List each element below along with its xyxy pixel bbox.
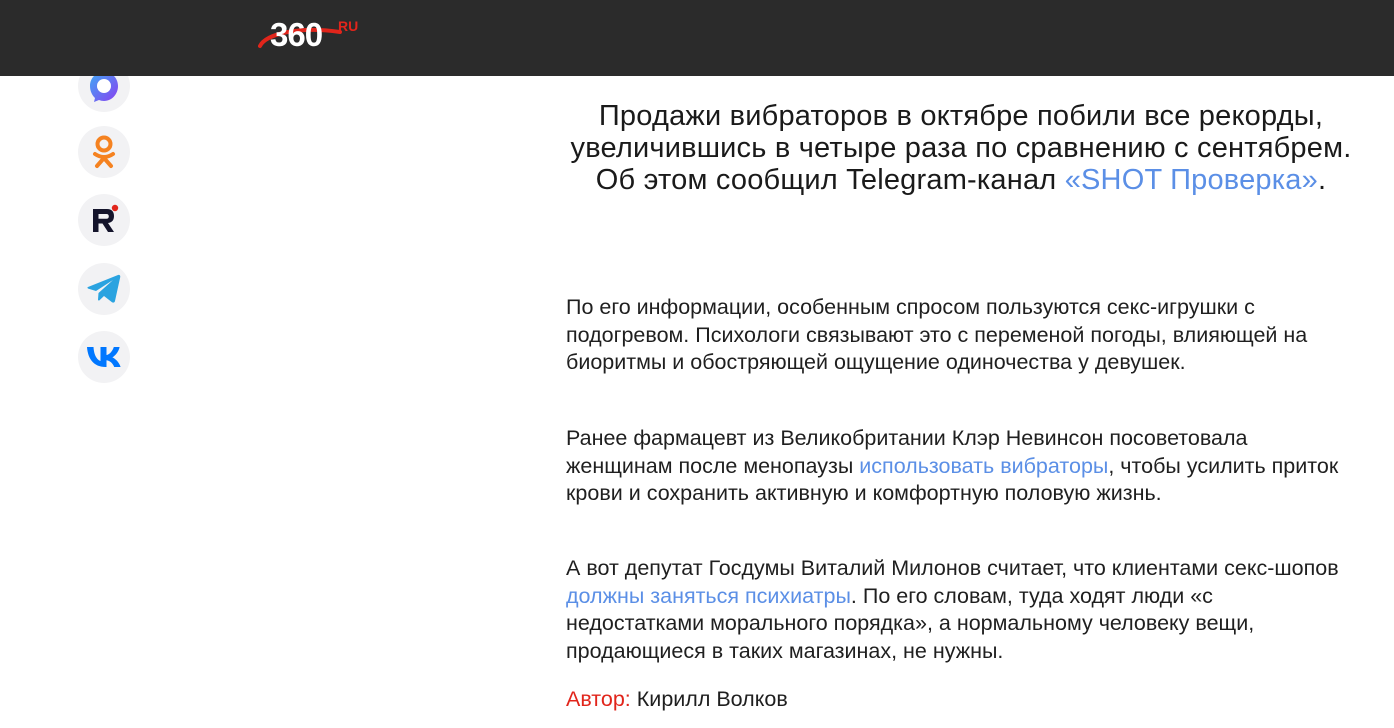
share-telegram-button[interactable] xyxy=(78,263,130,315)
paragraph-2: Ранее фармацевт из Великобритании Клэр Н… xyxy=(566,425,1356,508)
rutube-icon xyxy=(93,204,119,232)
paragraph-1: По его информации, особенным спросом пол… xyxy=(566,295,1308,374)
odnoklassniki-icon xyxy=(93,135,115,168)
lead-end: . xyxy=(1317,164,1327,196)
author-name[interactable]: Кирилл Волков xyxy=(637,687,788,711)
author-label: Автор: xyxy=(566,687,631,711)
logo-suffix: RU xyxy=(338,18,359,34)
use-vibrators-link[interactable]: использовать вибраторы xyxy=(859,454,1108,478)
shot-proverka-link[interactable]: «SHOT Проверка» xyxy=(1065,164,1318,196)
author-line: Автор: Кирилл Волков xyxy=(566,686,788,713)
logo-number: 360 xyxy=(270,16,323,53)
article-lead: Продажи вибраторов в октябре побили все … xyxy=(566,100,1356,196)
paragraph-3-before: А вот депутат Госдумы Виталий Милонов сч… xyxy=(566,556,1339,580)
psychiatrists-link[interactable]: должны заняться психиатры xyxy=(566,584,851,608)
share-rutube-button[interactable] xyxy=(78,194,130,246)
top-bar: 360 RU xyxy=(0,0,1394,76)
share-vk-button[interactable] xyxy=(78,331,130,383)
paragraph-3: А вот депутат Госдумы Виталий Милонов сч… xyxy=(566,555,1356,665)
site-logo[interactable]: 360 RU xyxy=(258,12,378,58)
share-odnoklassniki-button[interactable] xyxy=(78,126,130,178)
telegram-icon xyxy=(87,274,121,303)
article-body: Продажи вибраторов в октябре побили все … xyxy=(566,100,1356,711)
vk-icon xyxy=(87,347,121,367)
